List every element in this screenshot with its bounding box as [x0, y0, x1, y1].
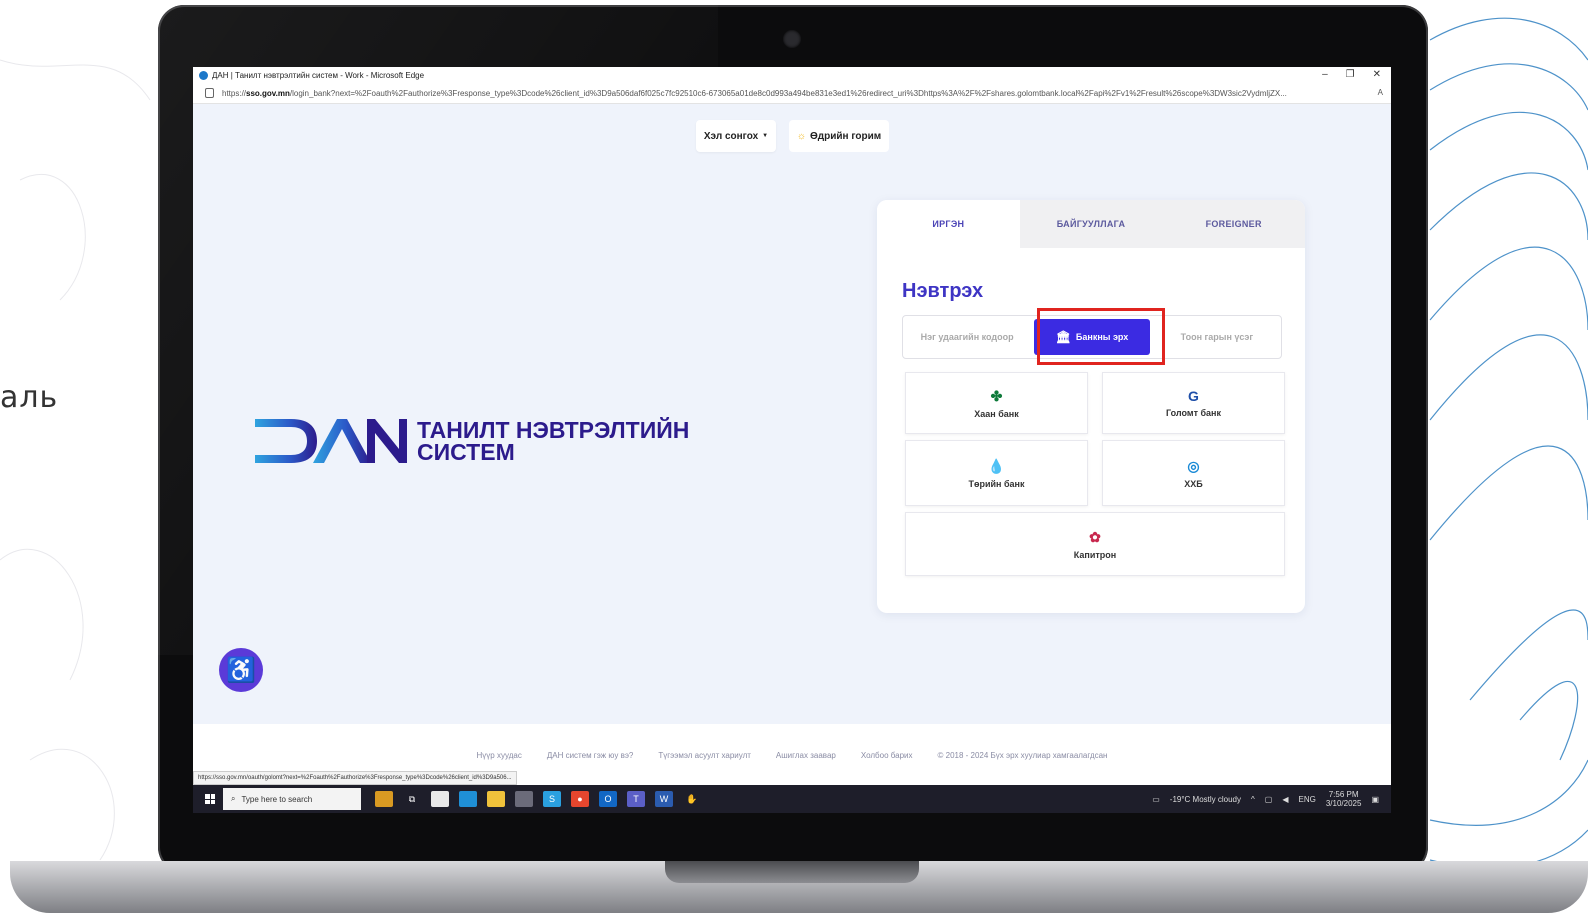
bank-label: Хаан банк	[974, 408, 1019, 419]
tab-organization[interactable]: БАЙГУУЛЛАГА	[1019, 200, 1163, 248]
language-select-button[interactable]: Хэл сонгох ▼	[696, 120, 776, 152]
bank-login-highlight-box	[1037, 308, 1165, 365]
logo-wordmark: ТАНИЛТ НЭВТРЭЛТИЙН СИСТЕМ	[417, 417, 690, 465]
taskbar-search-placeholder: Type here to search	[241, 794, 313, 804]
weather-icon[interactable]: ▭	[1152, 795, 1160, 804]
task-view-icon[interactable]: ⧉	[403, 791, 421, 807]
url-prefix: https://	[222, 88, 247, 98]
bank-khan[interactable]: ✤ Хаан банк	[905, 372, 1088, 434]
tdb-bank-icon: ◎	[1187, 457, 1200, 474]
volume-icon[interactable]: ◀	[1282, 795, 1288, 804]
footer-link-faq[interactable]: Түгээмэл асуулт хариулт	[658, 751, 751, 760]
window-controls: – ❐ ✕	[1322, 69, 1381, 80]
url-path: /login_bank?next=%2Foauth%2Fauthorize%3F…	[289, 88, 1287, 98]
bank-label: Голомт банк	[1166, 408, 1221, 418]
clock-time: 7:56 PM	[1328, 790, 1359, 799]
dan-logo-mark	[255, 419, 407, 463]
skype-icon[interactable]: S	[543, 791, 561, 807]
close-icon[interactable]: ✕	[1373, 69, 1381, 80]
file-explorer-icon[interactable]	[487, 791, 505, 807]
golomt-bank-icon: G	[1188, 388, 1199, 404]
calendar-icon[interactable]	[431, 791, 449, 807]
webcam	[783, 30, 801, 48]
browser-titlebar: ДАН | Танилт нэвтрэлтийн систем - Work -…	[193, 67, 1391, 83]
lock-icon[interactable]	[205, 88, 214, 98]
day-mode-label: Өдрийн горим	[810, 130, 882, 142]
link-status-bar: https://sso.gov.mn/oauth/golomt?next=%2F…	[193, 771, 517, 785]
caret-down-icon: ▼	[762, 133, 769, 139]
input-language[interactable]: ENG	[1299, 795, 1316, 804]
footer-link-contact[interactable]: Холбоо барих	[861, 751, 913, 760]
windows-start-icon[interactable]	[205, 794, 215, 804]
footer-copyright: © 2018 - 2024 Бүх эрх хуулиар хамгаалагд…	[937, 750, 1108, 760]
user-type-tabs: ИРГЭН БАЙГУУЛЛАГА FOREIGNER	[877, 200, 1305, 248]
teams-icon[interactable]: T	[627, 791, 645, 807]
bank-state[interactable]: 💧 Төрийн банк	[905, 440, 1088, 506]
briefcase-icon[interactable]	[375, 791, 393, 807]
logo-line2: СИСТЕМ	[417, 439, 515, 465]
clock-date: 3/10/2025	[1325, 799, 1362, 808]
network-icon[interactable]: ▢	[1265, 795, 1273, 804]
outlook-icon[interactable]: O	[599, 791, 617, 807]
state-bank-icon: 💧	[987, 457, 1006, 474]
tab-citizen[interactable]: ИРГЭН	[877, 200, 1020, 248]
footer-link-guide[interactable]: Ашиглах заавар	[776, 751, 836, 760]
bank-tdb[interactable]: ◎ ХХБ	[1102, 440, 1285, 506]
address-bar[interactable]: https://sso.gov.mn/login_bank?next=%2Foa…	[193, 83, 1391, 104]
windows-taskbar: ⌕ Type here to search ⧉ S ● O T W ✋ ▭ -1…	[193, 785, 1391, 813]
day-mode-button[interactable]: ☼ Өдрийн горим	[789, 120, 889, 152]
app-icon[interactable]: ✋	[683, 791, 701, 807]
bank-golomt[interactable]: G Голомт банк	[1102, 372, 1285, 434]
accessibility-button[interactable]: ♿	[219, 648, 263, 692]
bank-label: Капитрон	[1073, 549, 1117, 560]
edge-browser-icon	[199, 70, 208, 80]
laptop-screen: ДАН | Танилт нэвтрэлтийн систем - Work -…	[193, 67, 1391, 813]
dan-logo: ТАНИЛТ НЭВТРЭЛТИЙН СИСТЕМ	[255, 417, 690, 465]
clock[interactable]: 7:56 PM 3/10/2025	[1326, 790, 1362, 808]
accessibility-icon: ♿	[226, 656, 256, 684]
word-icon[interactable]: W	[655, 791, 673, 807]
method-otp[interactable]: Нэг удаагийн кодоор	[903, 316, 1031, 358]
taskbar-search[interactable]: ⌕ Type here to search	[223, 788, 361, 810]
url-domain: sso.gov.mn	[246, 88, 290, 98]
web-page: Хэл сонгох ▼ ☼ Өдрийн горим ТАНИЛТ НЭВТР…	[193, 104, 1391, 724]
printer-icon[interactable]	[515, 791, 533, 807]
bank-capitron[interactable]: ✿ Капитрон	[905, 512, 1285, 576]
bank-label: Төрийн банк	[968, 478, 1025, 489]
notification-icon[interactable]: ▣	[1371, 795, 1379, 804]
laptop-opening-notch	[665, 861, 919, 883]
tray-chevron-icon[interactable]: ^	[1251, 795, 1255, 804]
footer-link-home[interactable]: Нүүр хуудас	[477, 751, 522, 760]
language-button-label: Хэл сонгох	[703, 130, 759, 142]
login-title: Нэвтрэх	[902, 280, 984, 302]
edge-icon[interactable]	[459, 791, 477, 807]
capitron-bank-icon: ✿	[1089, 528, 1101, 545]
method-digital-signature[interactable]: Тоон гарын үсэг	[1153, 316, 1281, 358]
minimize-icon[interactable]: –	[1322, 69, 1328, 80]
system-tray: ▭ -19°C Mostly cloudy ^ ▢ ◀ ENG 7:56 PM …	[1152, 785, 1379, 813]
bank-label: ХХБ	[1184, 478, 1203, 489]
window-title: ДАН | Танилт нэвтрэлтийн систем - Work -…	[212, 70, 425, 80]
restore-icon[interactable]: ❐	[1346, 69, 1355, 80]
tab-foreigner[interactable]: FOREIGNER	[1162, 200, 1305, 248]
login-card: ИРГЭН БАЙГУУЛЛАГА FOREIGNER Нэвтрэх Нэг …	[877, 200, 1305, 613]
taskbar-apps: ⧉ S ● O T W ✋	[375, 791, 701, 807]
khan-bank-icon: ✤	[990, 387, 1003, 404]
read-aloud-icon[interactable]: A	[1378, 88, 1383, 97]
sun-icon: ☼	[796, 130, 806, 142]
logo-line1: ТАНИЛТ НЭВТРЭЛТИЙН	[417, 417, 690, 443]
footer-link-about[interactable]: ДАН систем гэж юу вэ?	[547, 751, 634, 760]
search-icon: ⌕	[231, 794, 236, 803]
chrome-icon[interactable]: ●	[571, 791, 589, 807]
weather-text[interactable]: -19°C Mostly cloudy	[1170, 795, 1241, 804]
side-caption: аль	[0, 380, 59, 415]
